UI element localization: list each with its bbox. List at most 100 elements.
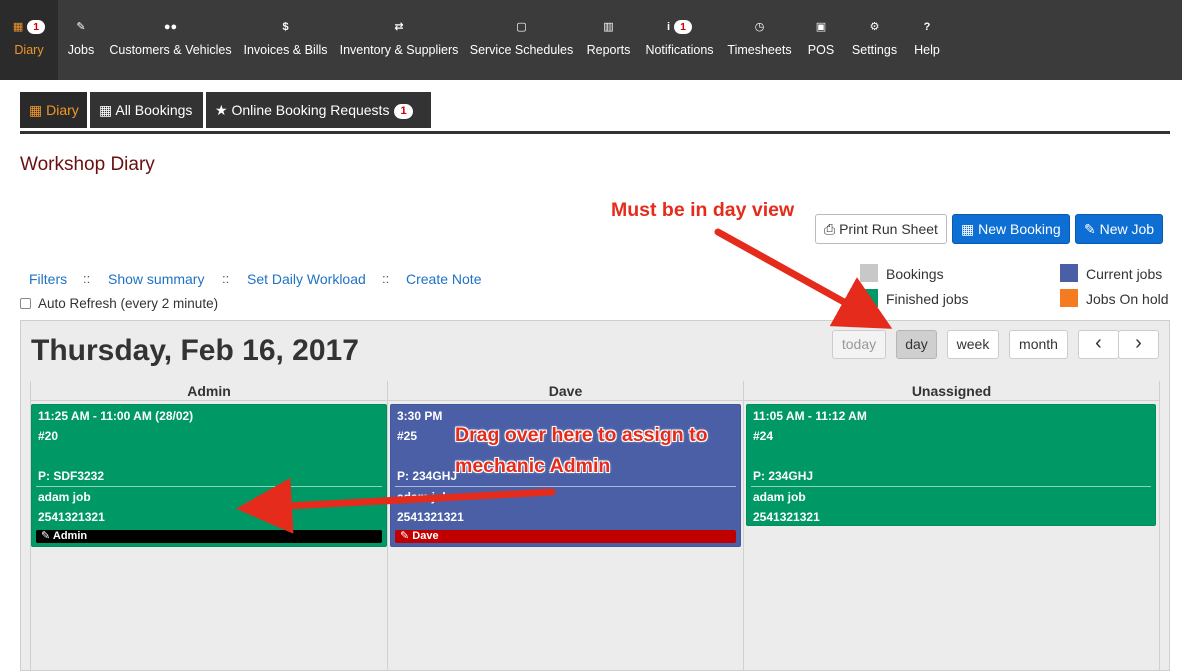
nav-customers-vehicles[interactable]: ●● Customers & Vehicles bbox=[104, 0, 237, 80]
create-note-link[interactable]: Create Note bbox=[406, 271, 481, 287]
link-separator: :: bbox=[382, 271, 390, 286]
event-job-number: #20 bbox=[38, 429, 59, 443]
nav-jobs[interactable]: ✎ Jobs bbox=[58, 0, 104, 80]
subtab-underline bbox=[20, 131, 1170, 134]
event-plate: P: 234GHJ bbox=[753, 469, 814, 483]
calendar-event-job-24[interactable]: 11:05 AM - 11:12 AM #24 P: 234GHJ adam j… bbox=[746, 404, 1156, 526]
nav-inventory-label: Inventory & Suppliers bbox=[339, 43, 459, 57]
subtab-all-bookings-label: All Bookings bbox=[115, 102, 193, 118]
show-summary-link[interactable]: Show summary bbox=[108, 271, 204, 287]
event-description: adam job bbox=[397, 490, 450, 504]
filters-link[interactable]: Filters bbox=[29, 271, 67, 287]
calendar-icon: ▦ 1 bbox=[0, 20, 58, 34]
subtab-diary[interactable]: ▦ Diary bbox=[20, 92, 87, 128]
calendar-date-title: Thursday, Feb 16, 2017 bbox=[31, 334, 359, 367]
prev-day-button[interactable]: ‹ bbox=[1078, 330, 1119, 359]
new-job-label: New Job bbox=[1099, 221, 1155, 237]
day-view-button[interactable]: day bbox=[896, 330, 937, 359]
page-title: Workshop Diary bbox=[20, 154, 155, 175]
legend-swatch-on-hold bbox=[1060, 289, 1078, 307]
calendar-event-job-20[interactable]: 11:25 AM - 11:00 AM (28/02) #20 P: SDF32… bbox=[31, 404, 387, 547]
event-time: 3:30 PM bbox=[397, 409, 443, 423]
nav-invoices-bills[interactable]: $ Invoices & Bills bbox=[237, 0, 334, 80]
wrench-icon: ✎ bbox=[1084, 221, 1096, 237]
month-view-button[interactable]: month bbox=[1009, 330, 1068, 359]
top-navigation-bar: ▦ 1 Diary ✎ Jobs ●● Customers & Vehicles … bbox=[0, 0, 1182, 80]
today-button[interactable]: today bbox=[832, 330, 886, 359]
bar-chart-icon: ▥ bbox=[603, 21, 614, 33]
column-header-unassigned: Unassigned bbox=[744, 381, 1159, 401]
set-daily-workload-link[interactable]: Set Daily Workload bbox=[247, 271, 366, 287]
nav-settings-label: Settings bbox=[851, 43, 898, 57]
event-time: 11:05 AM - 11:12 AM bbox=[753, 409, 867, 423]
event-phone: 2541321321 bbox=[753, 510, 820, 524]
nav-jobs-label: Jobs bbox=[67, 43, 95, 57]
nav-help-label: Help bbox=[914, 43, 940, 57]
column-divider bbox=[387, 381, 388, 671]
link-separator: :: bbox=[83, 271, 91, 286]
calendar-icon: ▦ bbox=[29, 102, 43, 118]
event-phone: 2541321321 bbox=[38, 510, 105, 524]
nav-notifications-badge: 1 bbox=[674, 20, 692, 34]
annotation-drag-line-1: Drag over here to assign to bbox=[455, 424, 708, 446]
nav-timesheets[interactable]: ◷ Timesheets bbox=[721, 0, 798, 80]
nav-service-label: Service Schedules bbox=[469, 43, 574, 57]
print-icon: ⎙ bbox=[824, 221, 836, 237]
nav-reports-label: Reports bbox=[586, 43, 631, 57]
event-description: adam job bbox=[753, 490, 806, 504]
event-plate: P: SDF3232 bbox=[38, 469, 105, 483]
event-description: adam job bbox=[38, 490, 91, 504]
subtab-all-bookings[interactable]: ▦ All Bookings bbox=[90, 92, 203, 128]
auto-refresh-label: Auto Refresh (every 2 minute) bbox=[38, 296, 219, 311]
nav-pos[interactable]: ▣ POS bbox=[798, 0, 844, 80]
info-icon: i1 bbox=[638, 20, 721, 34]
wrench-icon: ✎ bbox=[400, 530, 410, 542]
event-divider bbox=[751, 486, 1151, 487]
next-day-button[interactable]: › bbox=[1118, 330, 1159, 359]
calendar-icon: ▦ bbox=[99, 102, 113, 118]
wrench-icon: ✎ bbox=[41, 530, 51, 542]
annotation-arrow-day-view bbox=[714, 228, 893, 329]
nav-notifications[interactable]: i1 Notifications bbox=[638, 0, 721, 80]
annotation-drag-line-2: mechanic Admin bbox=[455, 455, 611, 477]
nav-service-schedules[interactable]: ▢ Service Schedules bbox=[464, 0, 579, 80]
chevron-left-icon: ‹ bbox=[1095, 332, 1102, 354]
cogs-icon: ⚙ bbox=[869, 21, 880, 33]
star-icon: ★ bbox=[215, 102, 228, 118]
wrench-icon: ✎ bbox=[76, 21, 86, 33]
exchange-icon: ⇄ bbox=[394, 21, 404, 33]
new-booking-button[interactable]: ▦ New Booking bbox=[952, 214, 1070, 244]
event-mechanic-name: Admin bbox=[52, 530, 88, 542]
legend-current-jobs: Current jobs bbox=[1086, 266, 1163, 282]
legend-jobs-on-hold: Jobs On hold bbox=[1086, 291, 1169, 307]
event-phone: 2541321321 bbox=[397, 510, 464, 524]
nav-help[interactable]: ? Help bbox=[905, 0, 949, 80]
new-job-button[interactable]: ✎ New Job bbox=[1075, 214, 1164, 244]
subtab-online-badge: 1 bbox=[394, 104, 413, 119]
subtab-diary-label: Diary bbox=[46, 102, 79, 118]
week-view-button[interactable]: week bbox=[947, 330, 999, 359]
subtab-online-booking-requests[interactable]: ★ Online Booking Requests 1 bbox=[206, 92, 431, 128]
money-icon: ▣ bbox=[815, 21, 827, 33]
question-icon: ? bbox=[923, 21, 931, 33]
print-run-sheet-button[interactable]: ⎙ Print Run Sheet bbox=[815, 214, 947, 244]
auto-refresh-checkbox[interactable] bbox=[20, 298, 31, 309]
nav-reports[interactable]: ▥ Reports bbox=[579, 0, 638, 80]
legend-finished-jobs: Finished jobs bbox=[886, 291, 969, 307]
event-mechanic-bar: ✎ Admin bbox=[36, 530, 382, 543]
clock-icon: ◷ bbox=[754, 21, 765, 33]
nav-settings[interactable]: ⚙ Settings bbox=[844, 0, 905, 80]
event-time: 11:25 AM - 11:00 AM (28/02) bbox=[38, 409, 194, 423]
nav-inventory-suppliers[interactable]: ⇄ Inventory & Suppliers bbox=[334, 0, 464, 80]
annotation-day-view: Must be in day view bbox=[611, 199, 795, 221]
nav-diary-label: Diary bbox=[14, 43, 44, 57]
print-run-sheet-label: Print Run Sheet bbox=[839, 221, 938, 237]
nav-customers-label: Customers & Vehicles bbox=[109, 43, 232, 57]
column-divider bbox=[1159, 381, 1160, 671]
subtab-online-booking-label: Online Booking Requests bbox=[231, 102, 390, 118]
calendar-o-icon: ▢ bbox=[516, 21, 527, 33]
column-header-admin: Admin bbox=[31, 381, 387, 401]
auto-refresh-toggle[interactable]: Auto Refresh (every 2 minute) bbox=[20, 296, 218, 311]
column-divider bbox=[743, 381, 744, 671]
nav-diary[interactable]: ▦ 1 Diary bbox=[0, 0, 58, 80]
